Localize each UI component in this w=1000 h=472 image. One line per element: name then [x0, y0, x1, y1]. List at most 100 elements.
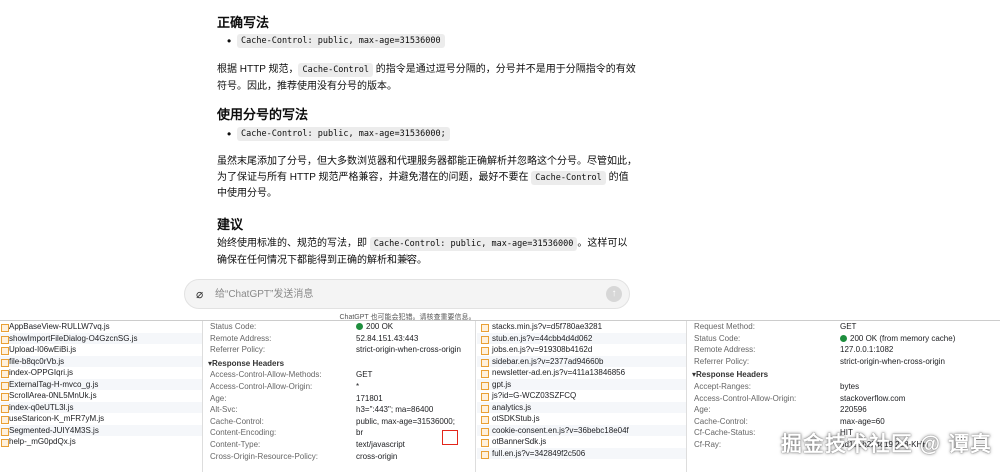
header-key: Content-Encoding: — [210, 428, 277, 438]
header-value: bytes — [840, 381, 860, 391]
header-row: Cache-Control: max-age=60 — [688, 416, 1000, 428]
network-request-row[interactable]: newsletter-ad.en.js?v=411a13846856 — [477, 367, 686, 379]
header-row: Remote Address: 52.84.151.43:443 — [204, 333, 475, 345]
header-key: Status Code: — [694, 333, 741, 343]
header-value: strict-origin-when-cross-origin — [840, 356, 945, 366]
headers-pane-left: Status Code: 200 OK Remote Address: 52.84.1… — [204, 321, 476, 472]
network-request-row[interactable]: js?id=G-WCZ03SZFCQ — [477, 390, 686, 402]
heading-correct: 正确写法 — [217, 15, 270, 30]
header-value: 127.0.0.1:1082 — [840, 345, 894, 355]
network-request-row[interactable]: showImportFileDialog-O4GzcnSG.js — [0, 332, 202, 344]
header-value: * — [356, 381, 360, 391]
header-row: Content-Type: text/javascript — [204, 439, 475, 451]
header-value: strict-origin-when-cross-origin — [356, 345, 461, 355]
header-key: Request Method: — [694, 322, 755, 331]
response-headers-section-toggle[interactable]: ▾Response Headers — [204, 358, 475, 370]
header-row: Cross-Origin-Resource-Policy: cross-origi… — [204, 451, 475, 463]
scroll-down-arrow-icon[interactable]: ↓ — [400, 250, 414, 264]
header-value: 200 OK — [356, 321, 393, 333]
header-row: Referrer Policy: strict-origin-when-cross… — [688, 356, 1000, 368]
network-request-row[interactable]: Upload-I06wEiBi.js — [0, 344, 202, 356]
header-value: 171801 — [356, 393, 383, 403]
header-key: Access-Control-Allow-Methods: — [210, 370, 322, 380]
header-key: Status Code: — [210, 322, 257, 331]
header-row: Request Method: GET — [688, 321, 1000, 333]
chat-panel: 正确写法 Cache-Control: public, max-age=3153… — [0, 0, 1000, 321]
header-row: Access-Control-Allow-Origin: stackoverflo… — [688, 393, 1000, 405]
header-key: Remote Address: — [694, 345, 756, 355]
network-request-row[interactable]: ExternalTag-H-mvco_g.js — [0, 378, 202, 390]
header-key: Alt-Svc: — [210, 405, 238, 415]
heading-semicolon: 使用分号的写法 — [217, 107, 309, 122]
header-row: Content-Encoding: br — [204, 427, 475, 439]
header-value: br — [356, 428, 364, 438]
network-request-row[interactable]: index-OPPGIqri.js — [0, 367, 202, 379]
send-arrow-icon[interactable]: ↑ — [606, 286, 622, 302]
header-key: Cache-Control: — [694, 416, 748, 426]
paragraph-spec: 根据 HTTP 规范， Cache-Control 的指令是通过逗号分隔的，分号并… — [217, 63, 636, 92]
message-composer: ⌀ ↑ — [184, 279, 630, 309]
header-value: public, max-age=31536000; — [356, 416, 455, 426]
network-request-row[interactable]: index-q0eUTL3l.js — [0, 401, 202, 413]
header-key: Content-Type: — [210, 439, 261, 449]
header-key: Cf-Ray: — [694, 439, 722, 449]
header-key: Remote Address: — [210, 333, 272, 343]
bullet-correct: Cache-Control: public, max-age=31536000 — [227, 34, 445, 48]
network-request-row[interactable]: otSDKStub.js — [477, 413, 686, 425]
network-request-row[interactable]: full.en.js?v=342849f2c506 — [477, 447, 686, 459]
message-input[interactable] — [215, 286, 575, 302]
attach-paperclip-icon[interactable]: ⌀ — [196, 287, 203, 301]
network-request-row[interactable]: useStaricon-K_mFR7yM.js — [0, 413, 202, 425]
network-request-row[interactable]: Segmented-JUIY4M3S.js — [0, 424, 202, 436]
network-request-row[interactable]: stub.en.js?v=44cbb4d4d062 — [477, 332, 686, 344]
response-headers-section-toggle[interactable]: ▾Response Headers — [688, 369, 1000, 381]
header-value: cross-origin — [356, 451, 398, 461]
network-file-list-right: stacks.min.js?v=d5f780ae3281 stub.en.js?v… — [477, 321, 687, 472]
header-row: Status Code: 200 OK — [204, 321, 475, 333]
status-dot-icon — [356, 323, 363, 330]
header-value: 52.84.151.43:443 — [356, 333, 419, 343]
watermark: 掘金技术社区 @ 谭真 — [780, 433, 992, 456]
header-key: Cf-Cache-Status: — [694, 428, 756, 438]
network-request-row[interactable]: otBannerSdk.js — [477, 436, 686, 448]
header-key: Access-Control-Allow-Origin: — [210, 381, 313, 391]
header-value: text/javascript — [356, 439, 405, 449]
header-key: Accept-Ranges: — [694, 381, 751, 391]
header-row: Access-Control-Allow-Methods: GET — [204, 369, 475, 381]
header-key: Age: — [694, 405, 711, 415]
network-request-row[interactable]: sidebar.en.js?v=2377ad94660b — [477, 355, 686, 367]
header-row: Age: 171801 — [204, 393, 475, 405]
network-request-row[interactable]: gpt.js — [477, 378, 686, 390]
header-row: Cache-Control: public, max-age=31536000; — [204, 416, 475, 428]
status-dot-icon — [840, 334, 847, 342]
header-value: max-age=60 — [840, 416, 885, 426]
paragraph-advice: 始终使用标准的、规范的写法，即 Cache-Control: public, m… — [217, 237, 628, 266]
header-value: GET — [356, 370, 373, 380]
header-row: Age: 220596 — [688, 404, 1000, 416]
network-request-row[interactable]: cookie-consent.en.js?v=36bebc18e04f — [477, 424, 686, 436]
header-row: Alt-Svc: h3=":443"; ma=86400 — [204, 404, 475, 416]
bullet-semicolon: Cache-Control: public, max-age=31536000; — [227, 127, 450, 141]
network-request-row[interactable]: analytics.js — [477, 401, 686, 413]
header-key: Access-Control-Allow-Origin: — [694, 393, 797, 403]
header-key: Referrer Policy: — [210, 345, 266, 355]
header-row: Remote Address: 127.0.0.1:1082 — [688, 344, 1000, 356]
heading-advice: 建议 — [217, 217, 244, 232]
network-request-row[interactable]: AppBaseView-RULLW7vq.js — [0, 321, 202, 333]
header-key: Referrer Policy: — [694, 356, 750, 366]
header-key: Age: — [210, 393, 227, 403]
network-file-list-left: AppBaseView-RULLW7vq.js showImportFileDia… — [0, 321, 203, 472]
network-request-row[interactable]: jobs.en.js?v=919308b4162d — [477, 344, 686, 356]
header-key: Cache-Control: — [210, 416, 264, 426]
network-request-row[interactable]: help-_mG0pdQx.js — [0, 436, 202, 448]
code-semicolon: Cache-Control: public, max-age=31536000; — [237, 127, 450, 141]
network-request-row[interactable]: ScrollArea-0NL5MnUk.js — [0, 390, 202, 402]
header-value: GET — [840, 322, 857, 331]
header-row: Status Code: 200 OK (from memory cache) — [688, 333, 1000, 345]
header-row: Referrer Policy: strict-origin-when-cross… — [204, 344, 475, 356]
header-value: 220596 — [840, 405, 867, 415]
code-correct: Cache-Control: public, max-age=31536000 — [237, 34, 445, 48]
network-request-row[interactable]: file-b8qc0rVb.js — [0, 355, 202, 367]
network-request-row[interactable]: stacks.min.js?v=d5f780ae3281 — [477, 321, 686, 333]
header-value: stackoverflow.com — [840, 393, 906, 403]
